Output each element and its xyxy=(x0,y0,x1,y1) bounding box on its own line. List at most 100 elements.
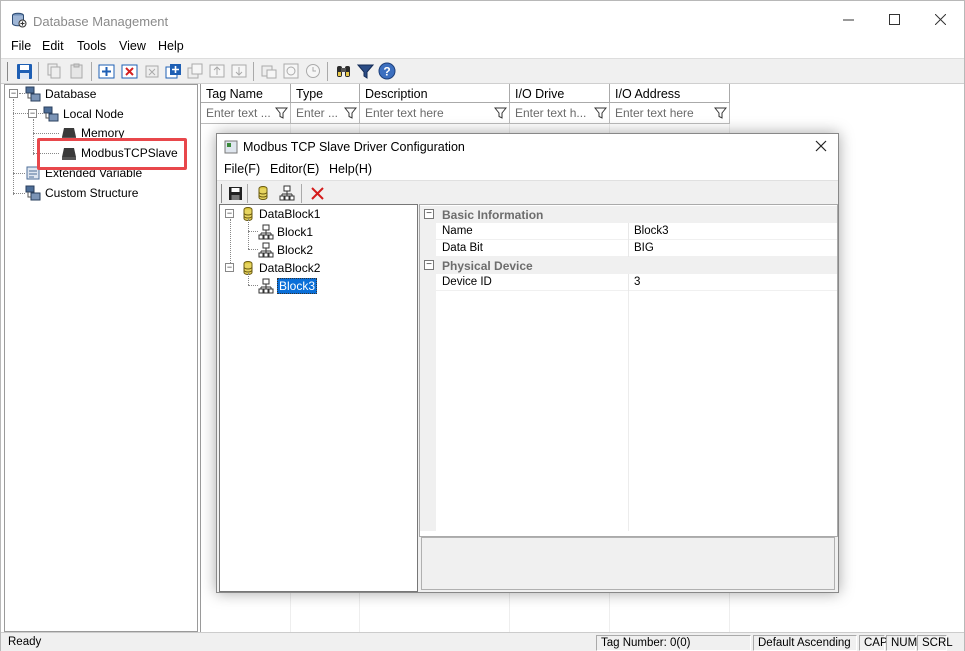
collapse-datablock2-toggle[interactable]: − xyxy=(225,263,234,272)
property-value[interactable]: BIG xyxy=(634,242,654,254)
close-button[interactable] xyxy=(917,1,963,37)
property-row-data-bit[interactable]: Data Bit BIG xyxy=(420,240,837,257)
filter-button[interactable] xyxy=(355,61,375,81)
menu-tools[interactable]: Tools xyxy=(77,39,106,53)
svg-text:?: ? xyxy=(383,65,390,79)
dialog-menu-help[interactable]: Help(H) xyxy=(329,162,372,176)
binoculars-icon xyxy=(336,65,350,77)
tree-item-custom-structure[interactable]: Custom Structure xyxy=(25,184,138,202)
menu-view[interactable]: View xyxy=(119,39,146,53)
tree-connector xyxy=(13,113,28,114)
row-gutter xyxy=(420,274,436,291)
add-block-button[interactable] xyxy=(277,183,297,203)
column-header-type[interactable]: Type xyxy=(291,84,360,103)
main-toolbar: ? xyxy=(1,58,964,84)
history-button[interactable] xyxy=(303,61,323,81)
dialog-toolbar xyxy=(217,180,838,204)
funnel-icon[interactable] xyxy=(275,106,288,120)
dialog-menu-file[interactable]: File(F) xyxy=(224,162,260,176)
duplicate-button[interactable] xyxy=(185,61,205,81)
move-down-button[interactable] xyxy=(229,61,249,81)
tree-item-datablock2[interactable]: DataBlock2 xyxy=(240,259,320,276)
menu-file[interactable]: File xyxy=(11,39,31,53)
refresh-button[interactable] xyxy=(281,61,301,81)
column-header-label: I/O Drive xyxy=(515,87,565,101)
network-block-icon xyxy=(258,278,274,293)
column-header-label: I/O Address xyxy=(615,87,681,101)
refresh-icon xyxy=(283,63,299,79)
funnel-icon[interactable] xyxy=(714,106,727,120)
filter-description[interactable]: Enter text here xyxy=(360,103,510,124)
collapse-category-toggle[interactable]: − xyxy=(424,209,434,219)
tree-item-local-node[interactable]: Local Node xyxy=(43,105,124,123)
move-up-button[interactable] xyxy=(207,61,227,81)
tree-item-label: Database xyxy=(45,87,97,101)
status-tag-number: Tag Number: 0(0) xyxy=(596,635,751,651)
paste-button[interactable] xyxy=(67,61,87,81)
property-name: Name xyxy=(442,225,473,237)
column-header-tag-name[interactable]: Tag Name xyxy=(201,84,291,103)
remove-button[interactable] xyxy=(142,61,162,81)
insert-button[interactable] xyxy=(163,61,183,81)
property-value[interactable]: Block3 xyxy=(634,225,669,237)
copy-button[interactable] xyxy=(44,61,64,81)
collapse-database-toggle[interactable]: − xyxy=(9,89,18,98)
block-tree: − DataBlock1 Block1 Block2 − DataBlock2 … xyxy=(219,204,418,592)
find-button[interactable] xyxy=(333,61,353,81)
funnel-icon[interactable] xyxy=(494,106,507,120)
close-icon xyxy=(934,13,946,25)
category-physical-device[interactable]: − Physical Device xyxy=(420,257,837,274)
save-icon xyxy=(228,186,242,200)
delete-tag-button[interactable] xyxy=(119,61,139,81)
window-title: Database Management xyxy=(33,14,169,29)
tree-connector xyxy=(248,273,249,285)
property-row-name[interactable]: Name Block3 xyxy=(420,223,837,240)
tree-item-block3[interactable]: Block3 xyxy=(258,277,318,294)
dialog-delete-button[interactable] xyxy=(307,183,327,203)
filter-io-address[interactable]: Enter text here xyxy=(610,103,730,124)
column-header-io-address[interactable]: I/O Address xyxy=(610,84,730,103)
dialog-menu-editor[interactable]: Editor(E) xyxy=(270,162,319,176)
funnel-icon[interactable] xyxy=(594,106,607,120)
funnel-icon[interactable] xyxy=(344,106,357,120)
tree-item-datablock1[interactable]: DataBlock1 xyxy=(240,205,320,222)
tree-connector xyxy=(248,231,258,232)
duplicate-icon xyxy=(187,63,203,79)
property-row-device-id[interactable]: Device ID 3 xyxy=(420,274,837,291)
toolbar-separator xyxy=(301,184,302,203)
minimize-button[interactable] xyxy=(825,1,871,37)
dialog-close-button[interactable] xyxy=(810,136,832,158)
filter-type[interactable]: Enter ... xyxy=(291,103,360,124)
toolbar-grip xyxy=(221,184,222,203)
tree-item-block2[interactable]: Block2 xyxy=(258,241,313,258)
tree-item-database[interactable]: Database xyxy=(25,85,96,103)
filter-tag-name[interactable]: Enter text ... xyxy=(201,103,291,124)
property-value[interactable]: 3 xyxy=(634,276,640,288)
title-bar: Database Management xyxy=(1,1,964,37)
maximize-button[interactable] xyxy=(871,1,917,37)
dialog-title: Modbus TCP Slave Driver Configuration xyxy=(243,140,465,154)
paste-icon xyxy=(70,63,83,79)
tree-connector xyxy=(248,285,258,286)
network-block-icon xyxy=(258,224,274,239)
save-button[interactable] xyxy=(14,61,34,81)
tree-item-block1[interactable]: Block1 xyxy=(258,223,313,240)
column-header-io-drive[interactable]: I/O Drive xyxy=(510,84,610,103)
add-datablock-button[interactable] xyxy=(253,183,273,203)
collapse-category-toggle[interactable]: − xyxy=(424,260,434,270)
column-header-description[interactable]: Description xyxy=(360,84,510,103)
help-button[interactable]: ? xyxy=(377,61,397,81)
dialog-save-button[interactable] xyxy=(225,183,245,203)
column-header-label: Type xyxy=(296,87,324,101)
export-button[interactable] xyxy=(259,61,279,81)
menu-edit[interactable]: Edit xyxy=(42,39,64,53)
status-num: NUM xyxy=(886,635,917,651)
collapse-datablock1-toggle[interactable]: − xyxy=(225,209,234,218)
category-basic-information[interactable]: − Basic Information xyxy=(420,206,837,223)
menu-help[interactable]: Help xyxy=(158,39,184,53)
add-tag-button[interactable] xyxy=(96,61,116,81)
collapse-local-node-toggle[interactable]: − xyxy=(28,109,37,118)
status-scrl: SCRL xyxy=(917,635,953,651)
tree-item-label: DataBlock2 xyxy=(259,260,321,275)
filter-io-drive[interactable]: Enter text h... xyxy=(510,103,610,124)
